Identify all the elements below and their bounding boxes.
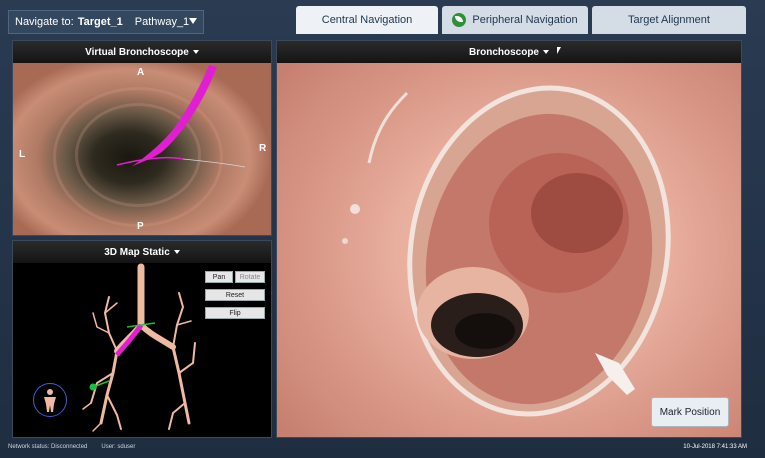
3d-map-panel: 3D Map Static Pan Rotate Reset Flip [12,240,272,438]
orientation-left: L [19,149,26,160]
bronchoscope-video[interactable]: Mark Position [277,63,741,437]
mark-position-button[interactable]: Mark Position [651,397,729,427]
mouse-cursor-icon [557,47,561,54]
panel-title: Virtual Bronchoscope [85,46,189,58]
navigate-to-dropdown[interactable]: Navigate to: Target_1 Pathway_1 [8,10,204,34]
timestamp: 10-Jul-2018 7:41:33 AM [683,444,747,450]
tab-central-navigation[interactable]: Central Navigation [296,6,438,34]
orientation-right: R [259,143,267,154]
virtual-bronchoscope-header[interactable]: Virtual Bronchoscope [13,41,271,63]
panel-title: Bronchoscope [468,46,539,58]
pan-button[interactable]: Pan [205,271,233,283]
app-screen: Navigate to: Target_1 Pathway_1 Central … [0,0,765,458]
endoscope-image [342,85,671,417]
tab-target-alignment[interactable]: Target Alignment [592,6,746,34]
navigate-prefix: Navigate to: [15,16,74,28]
flip-button[interactable]: Flip [205,307,265,319]
orientation-posterior: P [137,221,144,232]
chevron-down-icon [173,250,180,254]
navigation-path-overlay [116,65,246,168]
virtual-bronchoscope-panel: Virtual Bronchoscope A P L R [12,40,272,236]
user-label: User: sduser [101,444,136,450]
tab-label: Central Navigation [321,14,413,26]
target-name: Target_1 [77,16,123,28]
chevron-down-icon [189,18,197,24]
pathway-name: Pathway_1 [134,16,190,28]
bronchoscope-header[interactable]: Bronchoscope [277,41,741,63]
chevron-down-icon [543,50,549,54]
panel-title: 3D Map Static [104,246,170,258]
leaf-icon [452,13,467,27]
virtual-bronchoscope-view[interactable]: A P L R [13,63,271,235]
orientation-anterior: A [137,67,145,78]
top-bar: Navigate to: Target_1 Pathway_1 Central … [4,6,761,36]
status-bar: Network status: Disconnected User: sduse… [8,440,765,454]
3d-map-header[interactable]: 3D Map Static [13,241,271,263]
tab-peripheral-navigation[interactable]: Peripheral Navigation [442,6,588,34]
tab-label: Peripheral Navigation [472,14,578,26]
network-status: Network status: Disconnected [8,444,88,450]
orientation-person-icon[interactable] [33,383,67,417]
tab-label: Target Alignment [628,14,710,26]
reset-button[interactable]: Reset [205,289,265,301]
chevron-down-icon [192,50,199,54]
3d-map-view[interactable]: Pan Rotate Reset Flip [13,263,271,437]
rotate-button[interactable]: Rotate [235,271,265,283]
bronchoscope-panel: Bronchoscope Mark Position [276,40,742,438]
